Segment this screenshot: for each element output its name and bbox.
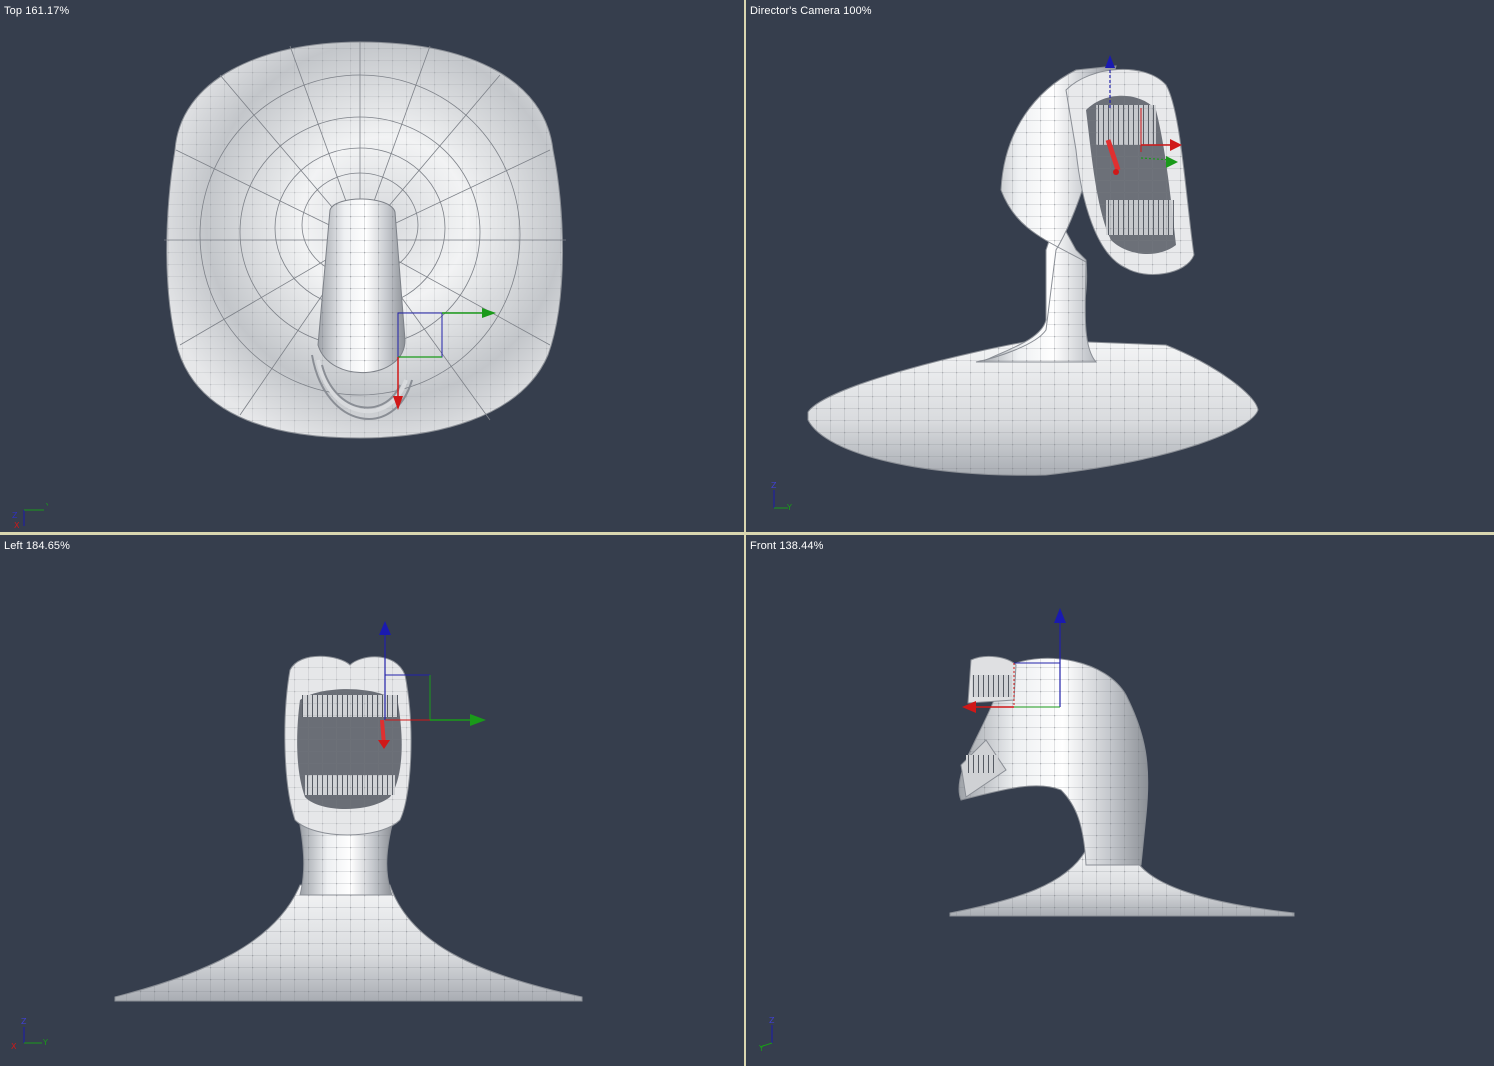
left-view-model[interactable]: [0, 535, 744, 1066]
viewport-left[interactable]: Left 184.65% Z Y X: [0, 535, 744, 1066]
svg-text:Z: Z: [21, 1017, 27, 1026]
axis-triad-icon: Z Y X: [11, 1017, 48, 1051]
viewport-directors-camera[interactable]: Director's Camera 100% Z Y: [746, 0, 1494, 532]
svg-text:X: X: [14, 521, 20, 530]
viewport-divider-horizontal[interactable]: [0, 532, 1494, 535]
axis-triad-icon: Y Z X: [12, 502, 48, 530]
viewport-top[interactable]: Top 161.17% Y Z X: [0, 0, 744, 532]
camera-view-model[interactable]: [746, 0, 1494, 532]
viewport-label-camera: Director's Camera 100%: [750, 5, 872, 17]
svg-text:Z: Z: [12, 511, 18, 520]
svg-text:Y: Y: [786, 503, 792, 512]
svg-text:Y: Y: [42, 1038, 48, 1047]
svg-text:Y: Y: [758, 1044, 764, 1053]
svg-text:X: X: [11, 1042, 17, 1051]
viewport-front[interactable]: Front 138.44% Z Y: [746, 535, 1494, 1066]
front-view-model[interactable]: [746, 535, 1494, 1066]
axis-triad-icon: Z Y: [758, 1016, 775, 1053]
axis-triad-icon: Z Y: [771, 481, 792, 512]
svg-text:Z: Z: [771, 481, 777, 490]
top-view-model[interactable]: [0, 0, 744, 532]
viewport-label-top: Top 161.17%: [4, 5, 70, 17]
viewport-label-front: Front 138.44%: [750, 540, 824, 552]
svg-text:Z: Z: [769, 1016, 775, 1025]
svg-text:Y: Y: [45, 502, 48, 511]
viewport-label-left: Left 184.65%: [4, 540, 71, 552]
